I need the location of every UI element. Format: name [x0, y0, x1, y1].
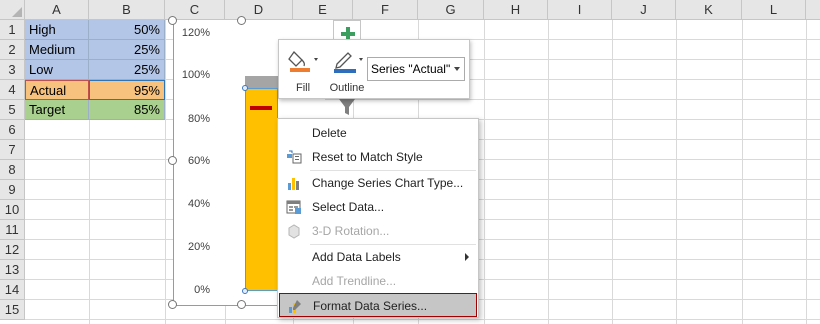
cell-b3[interactable]: 25% — [89, 60, 165, 80]
grid-line — [25, 319, 820, 320]
y-tick-label: 0% — [194, 284, 210, 296]
chevron-down-icon — [454, 67, 460, 71]
cell-b2[interactable]: 25% — [89, 40, 165, 60]
row-header-10[interactable]: 10 — [0, 200, 25, 220]
series-point-handle[interactable] — [242, 85, 248, 91]
menu-item-reset-style[interactable]: Reset to Match Style — [279, 145, 477, 169]
menu-item-label: Reset to Match Style — [312, 150, 423, 164]
y-tick-label: 20% — [187, 241, 210, 253]
row-header-3[interactable]: 3 — [0, 60, 25, 80]
column-header-d[interactable]: D — [225, 0, 293, 20]
column-header-i[interactable]: I — [548, 0, 612, 20]
column-header-l[interactable]: L — [742, 0, 806, 20]
menu-item-label: Add Trendline... — [312, 274, 397, 288]
menu-item-3d-rotation: 3-D Rotation... — [279, 219, 477, 243]
y-tick-label: 40% — [187, 198, 210, 210]
cell-a2[interactable]: Medium — [25, 40, 89, 60]
row-header-2[interactable]: 2 — [0, 40, 25, 60]
row-header-15[interactable]: 15 — [0, 300, 25, 320]
chart-resize-handle[interactable] — [237, 300, 246, 309]
row-header-7[interactable]: 7 — [0, 140, 25, 160]
cell-a3[interactable]: Low — [25, 60, 89, 80]
chart-resize-handle[interactable] — [168, 16, 177, 25]
menu-item-select-data[interactable]: Select Data... — [279, 195, 477, 219]
context-menu: Delete Reset to Match Style Change Serie… — [277, 118, 479, 318]
menu-item-change-chart-type[interactable]: Change Series Chart Type... — [279, 171, 477, 195]
cell-b5[interactable]: 85% — [89, 100, 165, 120]
row-header-9[interactable]: 9 — [0, 180, 25, 200]
chevron-right-icon — [465, 253, 469, 261]
fill-button[interactable]: Fill — [281, 46, 325, 96]
bar-chart-icon — [288, 178, 299, 190]
format-series-icon — [289, 300, 301, 313]
chart-resize-handle[interactable] — [237, 16, 246, 25]
bar-actual-series[interactable] — [245, 88, 278, 291]
cell-b1[interactable]: 50% — [89, 20, 165, 40]
column-header-j[interactable]: J — [612, 0, 676, 20]
menu-item-add-data-labels[interactable]: Add Data Labels — [279, 245, 477, 269]
pen-icon — [334, 52, 363, 73]
menu-item-label: Format Data Series... — [313, 299, 428, 313]
paint-bucket-icon — [288, 50, 318, 72]
menu-item-label: Delete — [312, 126, 347, 140]
series-selector-value: Series "Actual" — [371, 62, 451, 76]
chart-resize-handle[interactable] — [168, 300, 177, 309]
series-selector-dropdown[interactable]: Series "Actual" — [367, 57, 465, 81]
row-header-4[interactable]: 4 — [0, 80, 25, 100]
column-header-b[interactable]: B — [89, 0, 165, 20]
row-header-5[interactable]: 5 — [0, 100, 25, 120]
select-data-icon — [286, 200, 301, 214]
row-header-6[interactable]: 6 — [0, 120, 25, 140]
column-header-k[interactable]: K — [676, 0, 742, 20]
menu-item-label: Change Series Chart Type... — [312, 176, 464, 190]
series-point-handle[interactable] — [242, 288, 248, 294]
menu-item-label: Add Data Labels — [312, 250, 401, 264]
menu-item-label: 3-D Rotation... — [312, 224, 390, 238]
menu-item-label: Select Data... — [312, 200, 385, 214]
column-header-g[interactable]: G — [418, 0, 484, 20]
outline-button[interactable]: Outline — [325, 46, 369, 96]
cell-a1[interactable]: High — [25, 20, 89, 40]
cell-a5[interactable]: Target — [25, 100, 89, 120]
outline-label: Outline — [329, 82, 365, 94]
chart-resize-handle[interactable] — [168, 156, 177, 165]
column-header-overflow — [806, 0, 820, 20]
y-tick-label: 60% — [187, 155, 210, 167]
column-header-e[interactable]: E — [293, 0, 353, 20]
menu-item-format-data-series[interactable]: Format Data Series... — [279, 293, 477, 317]
row-header-8[interactable]: 8 — [0, 160, 25, 180]
menu-item-delete[interactable]: Delete — [279, 121, 477, 145]
fill-label: Fill — [295, 82, 311, 94]
target-marker[interactable] — [250, 106, 272, 110]
column-header-a[interactable]: A — [25, 0, 89, 20]
column-header-h[interactable]: H — [484, 0, 548, 20]
menu-item-add-trendline: Add Trendline... — [279, 269, 477, 293]
row-header-11[interactable]: 11 — [0, 220, 25, 240]
y-tick-label: 120% — [181, 27, 210, 39]
reset-style-icon — [287, 150, 302, 164]
cell-a4[interactable]: Actual — [25, 80, 89, 100]
select-all-corner[interactable] — [0, 0, 25, 20]
cell-b4[interactable]: 95% — [89, 80, 165, 100]
column-header-f[interactable]: F — [353, 0, 418, 20]
row-header-1[interactable]: 1 — [0, 20, 25, 40]
cube-icon — [288, 224, 300, 239]
row-header-13[interactable]: 13 — [0, 260, 25, 280]
row-header-12[interactable]: 12 — [0, 240, 25, 260]
row-header-14[interactable]: 14 — [0, 280, 25, 300]
y-tick-label: 100% — [181, 69, 210, 81]
y-tick-label: 80% — [187, 113, 210, 125]
